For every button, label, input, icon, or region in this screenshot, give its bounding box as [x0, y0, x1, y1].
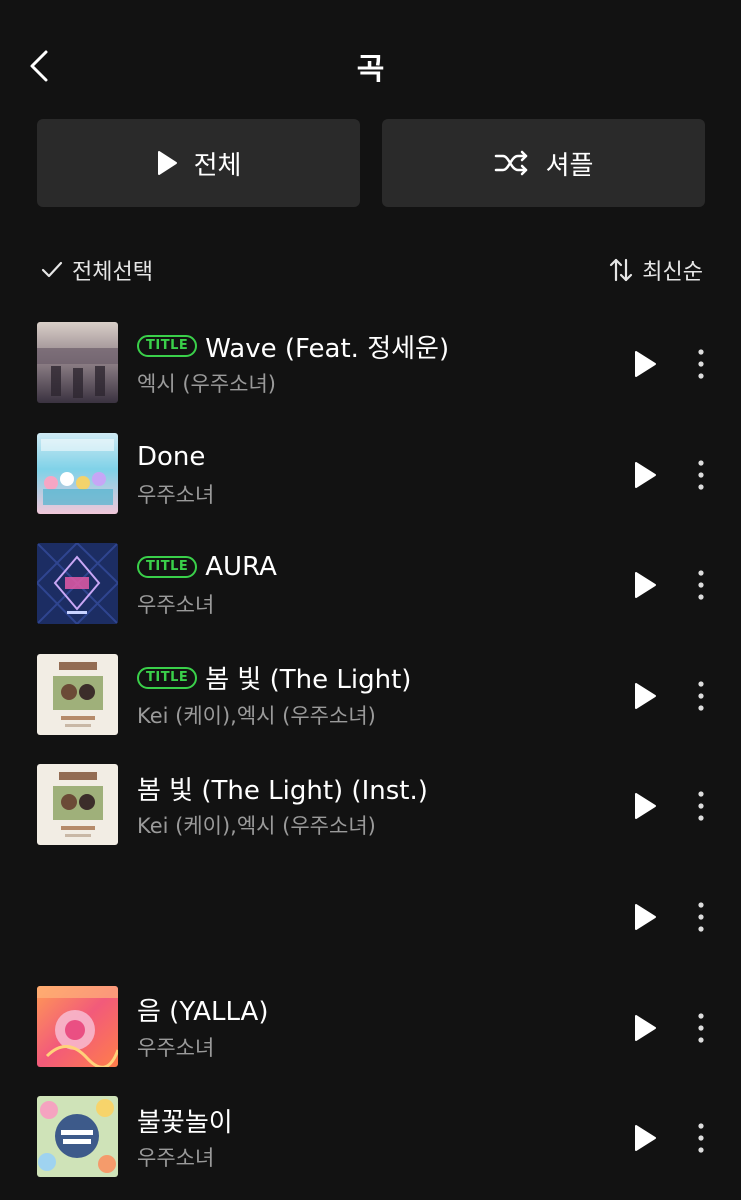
more-options-button[interactable]	[690, 1010, 712, 1046]
list-toolbar: 전체선택 최신순	[0, 250, 741, 294]
song-artist: 우주소녀	[137, 482, 215, 507]
sort-button[interactable]: 최신순	[608, 254, 703, 286]
song-info: TITLE 봄 빛 (The Light) Kei (케이),엑시 (우주소녀)	[137, 660, 607, 730]
album-cover	[37, 432, 118, 514]
play-icon	[635, 903, 656, 930]
sort-label: 최신순	[642, 260, 703, 285]
song-info: Done 우주소녀	[137, 439, 607, 509]
page-title: 곡	[356, 52, 385, 87]
song-artist: 우주소녀	[137, 593, 215, 618]
more-options-button[interactable]	[690, 457, 712, 493]
song-row[interactable]: 불꽃놀이 우주소녀	[0, 1086, 741, 1197]
play-icon	[635, 572, 656, 599]
song-title: AURA	[205, 552, 277, 583]
song-info: TITLE AURA 우주소녀	[137, 549, 607, 619]
song-row[interactable]: 봄 빛 (The Light) (Inst.) Kei (케이),엑시 (우주소…	[0, 754, 741, 865]
song-info	[137, 881, 607, 921]
shuffle-button[interactable]: 셔플	[382, 119, 705, 207]
song-row[interactable]	[0, 865, 741, 976]
song-artist: 우주소녀	[137, 1035, 215, 1060]
play-song-button[interactable]	[628, 680, 660, 712]
album-cover	[37, 653, 118, 735]
song-list: TITLE Wave (Feat. 정세운) 엑시 (우주소녀) Done 우주…	[0, 312, 741, 1197]
more-vertical-icon	[698, 1012, 704, 1043]
play-song-button[interactable]	[628, 459, 660, 491]
song-title: 봄 빛 (The Light) (Inst.)	[137, 775, 428, 806]
song-title: Wave (Feat. 정세운)	[205, 333, 450, 364]
select-all-label: 전체선택	[72, 260, 153, 285]
album-cover	[37, 322, 118, 403]
song-title: 불꽃놀이	[137, 1107, 233, 1138]
play-icon	[635, 351, 656, 377]
header: 곡	[0, 30, 741, 100]
check-icon	[41, 261, 63, 278]
song-info: 불꽃놀이 우주소녀	[137, 1102, 607, 1172]
more-vertical-icon	[698, 1123, 704, 1153]
title-badge: TITLE	[137, 666, 198, 689]
more-vertical-icon	[698, 459, 704, 490]
song-artist: 우주소녀	[137, 1146, 215, 1171]
song-title: 봄 빛 (The Light)	[205, 665, 412, 696]
more-options-button[interactable]	[690, 1120, 712, 1156]
song-artist: Kei (케이),엑시 (우주소녀)	[137, 814, 376, 839]
more-vertical-icon	[698, 791, 704, 821]
play-song-button[interactable]	[628, 1122, 660, 1154]
songs-screen: 곡 전체 셔플 전체선택 최신순 TITLE Wave (Feat. 정세운) …	[0, 0, 741, 1200]
play-icon	[635, 461, 656, 488]
play-song-button[interactable]	[628, 790, 660, 822]
play-icon	[157, 151, 177, 175]
play-icon	[635, 682, 656, 709]
play-song-button[interactable]	[628, 348, 660, 380]
play-icon	[635, 1125, 656, 1152]
song-row[interactable]: 음 (YALLA) 우주소녀	[0, 976, 741, 1087]
album-cover	[37, 985, 118, 1067]
song-row[interactable]: Done 우주소녀	[0, 423, 741, 534]
shuffle-icon	[494, 150, 527, 176]
more-vertical-icon	[698, 570, 704, 600]
song-info: 음 (YALLA) 우주소녀	[137, 992, 607, 1062]
title-badge: TITLE	[137, 335, 198, 357]
title-badge: TITLE	[137, 556, 198, 579]
song-title: Done	[137, 441, 206, 472]
song-info: 봄 빛 (The Light) (Inst.) Kei (케이),엑시 (우주소…	[137, 770, 607, 840]
song-artist: 엑시 (우주소녀)	[137, 372, 276, 396]
song-artist: Kei (케이),엑시 (우주소녀)	[137, 703, 376, 728]
album-cover	[37, 764, 118, 846]
play-icon	[635, 1014, 656, 1041]
song-info: TITLE Wave (Feat. 정세운) 엑시 (우주소녀)	[137, 328, 607, 398]
shuffle-label: 셔플	[545, 150, 594, 181]
play-all-label: 전체	[193, 150, 242, 181]
song-row[interactable]: TITLE AURA 우주소녀	[0, 533, 741, 644]
song-title: 음 (YALLA)	[137, 997, 269, 1028]
play-song-button[interactable]	[628, 569, 660, 601]
song-row[interactable]: TITLE Wave (Feat. 정세운) 엑시 (우주소녀)	[0, 312, 741, 423]
play-song-button[interactable]	[628, 1012, 660, 1044]
more-options-button[interactable]	[690, 346, 712, 382]
more-vertical-icon	[698, 902, 704, 932]
more-vertical-icon	[698, 349, 704, 379]
more-options-button[interactable]	[690, 899, 712, 935]
play-icon	[635, 793, 656, 820]
sort-icon	[610, 258, 633, 282]
more-options-button[interactable]	[690, 788, 712, 824]
more-options-button[interactable]	[690, 567, 712, 603]
more-options-button[interactable]	[690, 678, 712, 714]
select-all-button[interactable]: 전체선택	[40, 254, 153, 286]
play-song-button[interactable]	[628, 901, 660, 933]
song-row[interactable]: TITLE 봄 빛 (The Light) Kei (케이),엑시 (우주소녀)	[0, 644, 741, 755]
album-cover	[37, 1096, 118, 1178]
album-cover	[37, 543, 118, 625]
more-vertical-icon	[698, 681, 704, 711]
play-all-button[interactable]: 전체	[37, 119, 360, 207]
